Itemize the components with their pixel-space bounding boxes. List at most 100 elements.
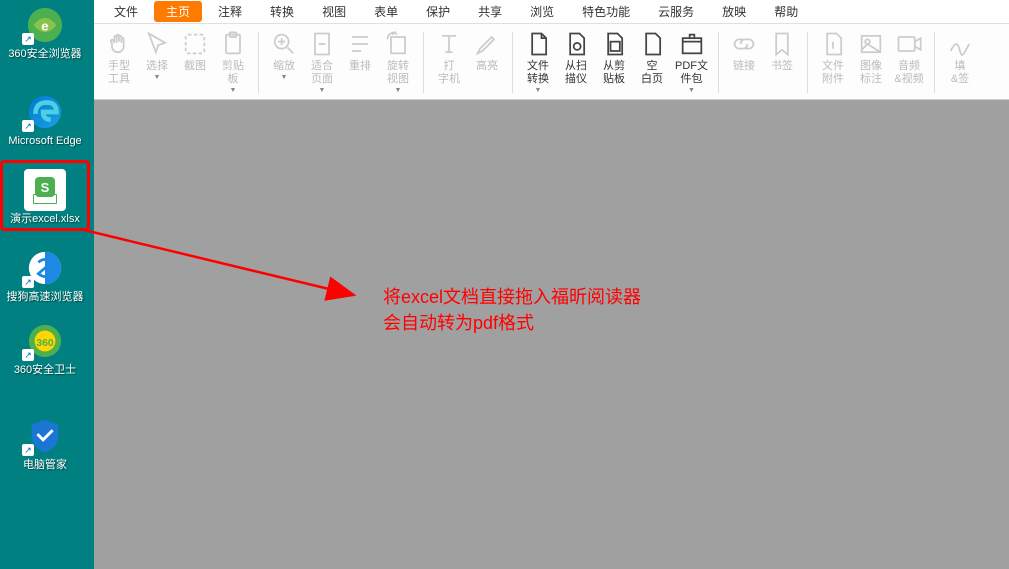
menu-tab-cloud[interactable]: 云服务	[646, 1, 706, 22]
video-icon	[895, 30, 923, 58]
svg-text:360: 360	[36, 338, 54, 349]
desktop-icon-sogou[interactable]: ↗ 搜狗高速浏览器	[0, 243, 90, 308]
desktop-icon-label: Microsoft Edge	[0, 135, 90, 148]
bookmark-icon	[768, 30, 796, 58]
cursor-icon	[143, 30, 171, 58]
text-icon	[435, 30, 463, 58]
media-button[interactable]: 音频 &视频	[890, 26, 928, 99]
chevron-down-icon: ▼	[319, 87, 326, 94]
shortcut-arrow-icon: ↗	[22, 276, 34, 288]
desktop-icon-label: 演示excel.xlsx	[5, 213, 85, 226]
shortcut-arrow-icon: ↗	[22, 444, 34, 456]
file-convert-button[interactable]: 文件 转换 ▼	[519, 26, 557, 99]
menu-tab-file[interactable]: 文件	[102, 1, 150, 22]
shortcut-arrow-icon: ↗	[22, 120, 34, 132]
ribbon-separator	[934, 32, 935, 93]
ribbon-group-tools: 手型 工具 选择 ▼ 截图 剪贴 板 ▼	[98, 26, 254, 99]
sign-icon	[946, 30, 974, 58]
fillsign-button[interactable]: 填 &签	[941, 26, 979, 99]
hand-icon	[105, 30, 133, 58]
link-button[interactable]: 链接	[725, 26, 763, 99]
desktop-icon-label: 电脑管家	[0, 459, 90, 472]
ribbon-group-links: 链接 书签	[723, 26, 803, 99]
desktop-icon-edge[interactable]: ↗ Microsoft Edge	[0, 87, 90, 152]
screenshot-button[interactable]: 截图	[176, 26, 214, 99]
image-annotate-button[interactable]: 图像 标注	[852, 26, 890, 99]
desktop-icon-label: 360安全浏览器	[0, 48, 90, 61]
ribbon-group-view: 缩放 ▼ 适合 页面 ▼ 重排 旋转 视图 ▼	[263, 26, 419, 99]
menu-tab-protect[interactable]: 保护	[414, 1, 462, 22]
menu-tab-form[interactable]: 表单	[362, 1, 410, 22]
fitpage-icon	[308, 30, 336, 58]
chevron-down-icon: ▼	[230, 87, 237, 94]
highlighter-icon	[473, 30, 501, 58]
desktop-icon-label: 搜狗高速浏览器	[0, 291, 90, 304]
pdf-app-window: 文件 主页 注释 转换 视图 表单 保护 共享 浏览 特色功能 云服务 放映 帮…	[94, 0, 1009, 569]
paste-icon	[600, 30, 628, 58]
rotate-icon	[384, 30, 412, 58]
blank-page-button[interactable]: 空 白页	[633, 26, 671, 99]
ribbon-separator	[258, 32, 259, 93]
package-icon	[678, 30, 706, 58]
typewriter-button[interactable]: 打 字机	[430, 26, 468, 99]
annotation-arrow-icon	[84, 220, 374, 310]
svg-text:e: e	[41, 19, 48, 34]
attachment-icon	[819, 30, 847, 58]
clipboard-icon	[219, 30, 247, 58]
camera-icon	[181, 30, 209, 58]
scanner-icon	[562, 30, 590, 58]
zoom-button[interactable]: 缩放 ▼	[265, 26, 303, 99]
desktop-icon-360browser[interactable]: e ↗ 360安全浏览器	[0, 0, 90, 65]
chevron-down-icon: ▼	[688, 87, 695, 94]
menu-tab-share[interactable]: 共享	[466, 1, 514, 22]
shortcut-arrow-icon: ↗	[22, 33, 34, 45]
ribbon-separator	[718, 32, 719, 93]
ribbon-group-annotate: 打 字机 高亮	[428, 26, 508, 99]
rotate-button[interactable]: 旋转 视图 ▼	[379, 26, 417, 99]
zoom-icon	[270, 30, 298, 58]
file-icon	[524, 30, 552, 58]
menu-tab-home[interactable]: 主页	[154, 1, 202, 22]
ribbon-separator	[512, 32, 513, 93]
reflow-button[interactable]: 重排	[341, 26, 379, 99]
menu-tab-browse[interactable]: 浏览	[518, 1, 566, 22]
chevron-down-icon: ▼	[154, 74, 161, 81]
menu-tab-features[interactable]: 特色功能	[570, 1, 642, 22]
link-icon	[730, 30, 758, 58]
fitpage-button[interactable]: 适合 页面 ▼	[303, 26, 341, 99]
blankpage-icon	[638, 30, 666, 58]
chevron-down-icon: ▼	[535, 87, 542, 94]
document-area[interactable]: 将excel文档直接拖入福昕阅读器 会自动转为pdf格式	[94, 100, 1009, 569]
desktop-area: e ↗ 360安全浏览器 ↗ Microsoft Edge 演示excel.xl…	[0, 0, 94, 569]
select-button[interactable]: 选择 ▼	[138, 26, 176, 99]
desktop-icon-label: 360安全卫士	[0, 364, 90, 377]
attachment-button[interactable]: 文件 附件	[814, 26, 852, 99]
from-clipboard-button[interactable]: 从剪 贴板	[595, 26, 633, 99]
from-scanner-button[interactable]: 从扫 描仪	[557, 26, 595, 99]
annotation-text: 将excel文档直接拖入福昕阅读器 会自动转为pdf格式	[383, 284, 641, 336]
menu-tab-view[interactable]: 视图	[310, 1, 358, 22]
hand-tool-button[interactable]: 手型 工具	[100, 26, 138, 99]
menu-tab-help[interactable]: 帮助	[762, 1, 810, 22]
image-icon	[857, 30, 885, 58]
desktop-icon-360safe[interactable]: 360 ↗ 360安全卫士	[0, 316, 90, 381]
ribbon-toolbar: 手型 工具 选择 ▼ 截图 剪贴 板 ▼ 缩放 ▼	[94, 24, 1009, 100]
desktop-icon-excel-selected[interactable]: 演示excel.xlsx	[0, 160, 90, 231]
reflow-icon	[346, 30, 374, 58]
menu-tab-comment[interactable]: 注释	[206, 1, 254, 22]
ribbon-group-insert: 文件 附件 图像 标注 音频 &视频	[812, 26, 930, 99]
chevron-down-icon: ▼	[395, 87, 402, 94]
menu-tab-slideshow[interactable]: 放映	[710, 1, 758, 22]
ribbon-separator	[807, 32, 808, 93]
pdf-package-button[interactable]: PDF文 件包 ▼	[671, 26, 712, 99]
chevron-down-icon: ▼	[281, 74, 288, 81]
bookmark-button[interactable]: 书签	[763, 26, 801, 99]
ribbon-group-create: 文件 转换 ▼ 从扫 描仪 从剪 贴板 空 白页 PDF文 件包 ▼	[517, 26, 714, 99]
desktop-icon-pcmanager[interactable]: ↗ 电脑管家	[0, 411, 90, 476]
ribbon-group-sign: 填 &签	[939, 26, 981, 99]
highlight-button[interactable]: 高亮	[468, 26, 506, 99]
menu-tab-bar: 文件 主页 注释 转换 视图 表单 保护 共享 浏览 特色功能 云服务 放映 帮…	[94, 0, 1009, 24]
menu-tab-convert[interactable]: 转换	[258, 1, 306, 22]
clipboard-button[interactable]: 剪贴 板 ▼	[214, 26, 252, 99]
ribbon-separator	[423, 32, 424, 93]
